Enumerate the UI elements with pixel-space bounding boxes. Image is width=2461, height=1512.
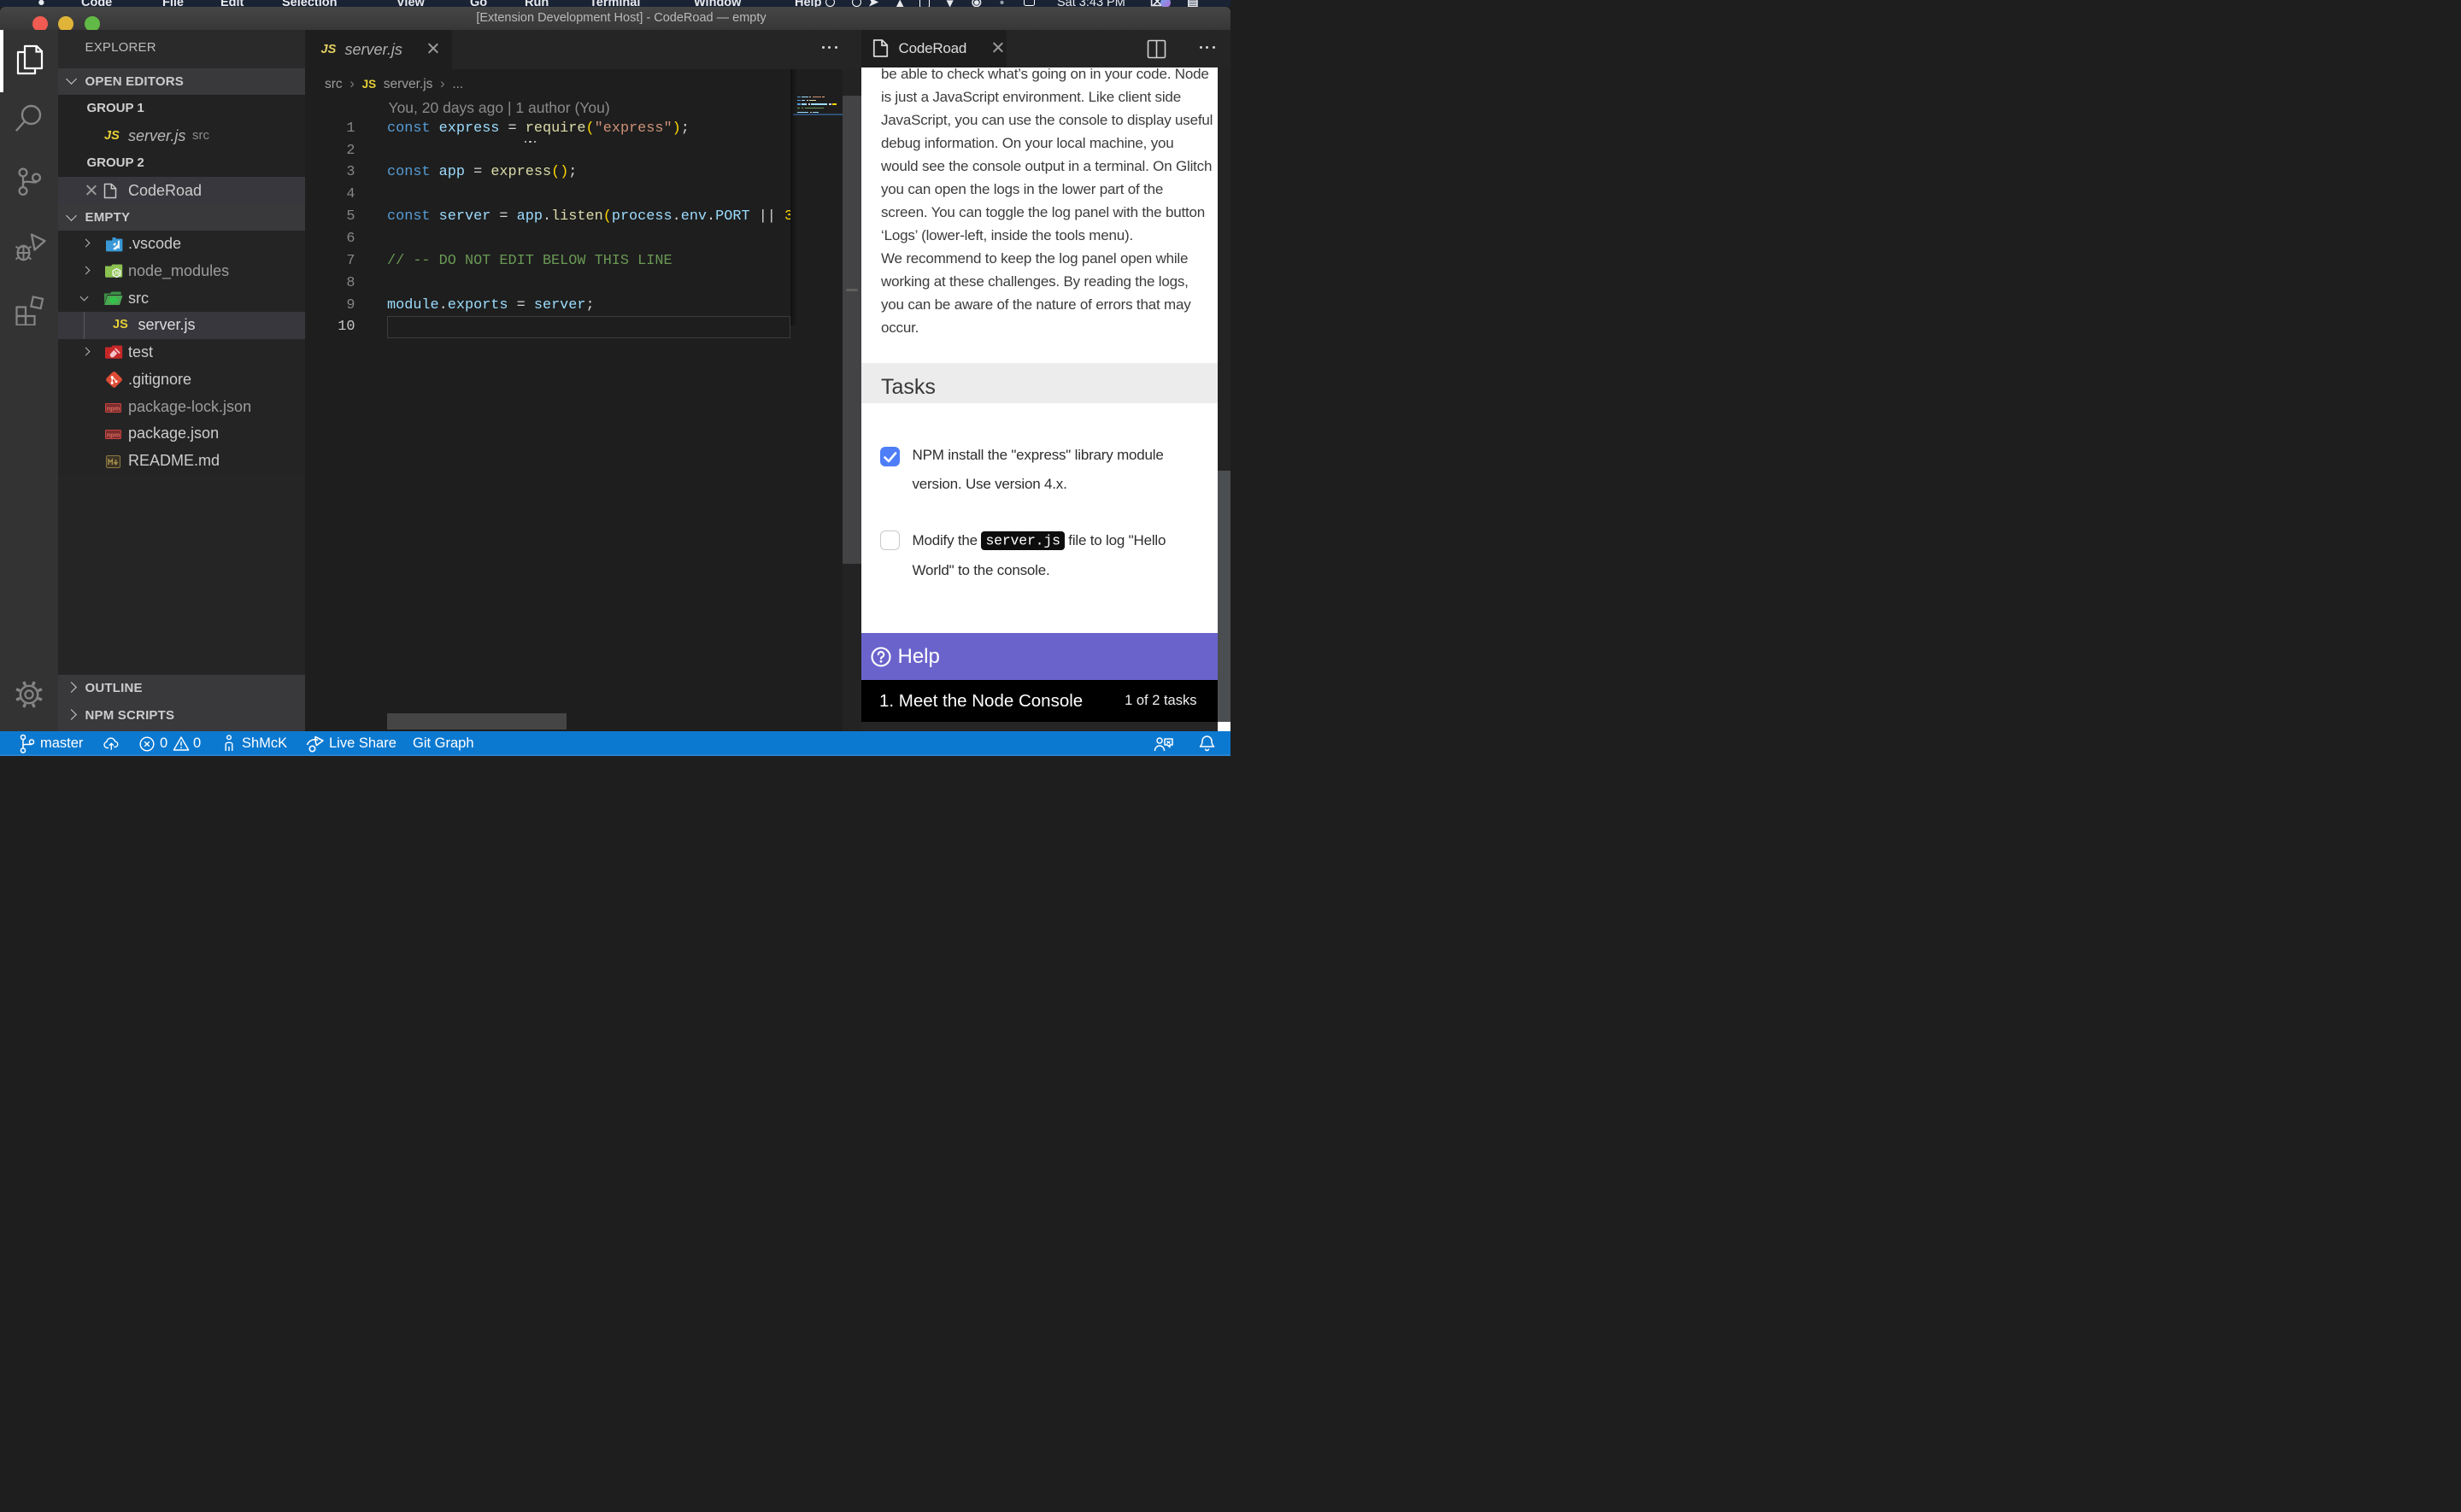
svg-text:JS: JS bbox=[114, 271, 120, 276]
svg-text:npm: npm bbox=[107, 431, 120, 439]
svg-text:npm: npm bbox=[107, 404, 120, 412]
